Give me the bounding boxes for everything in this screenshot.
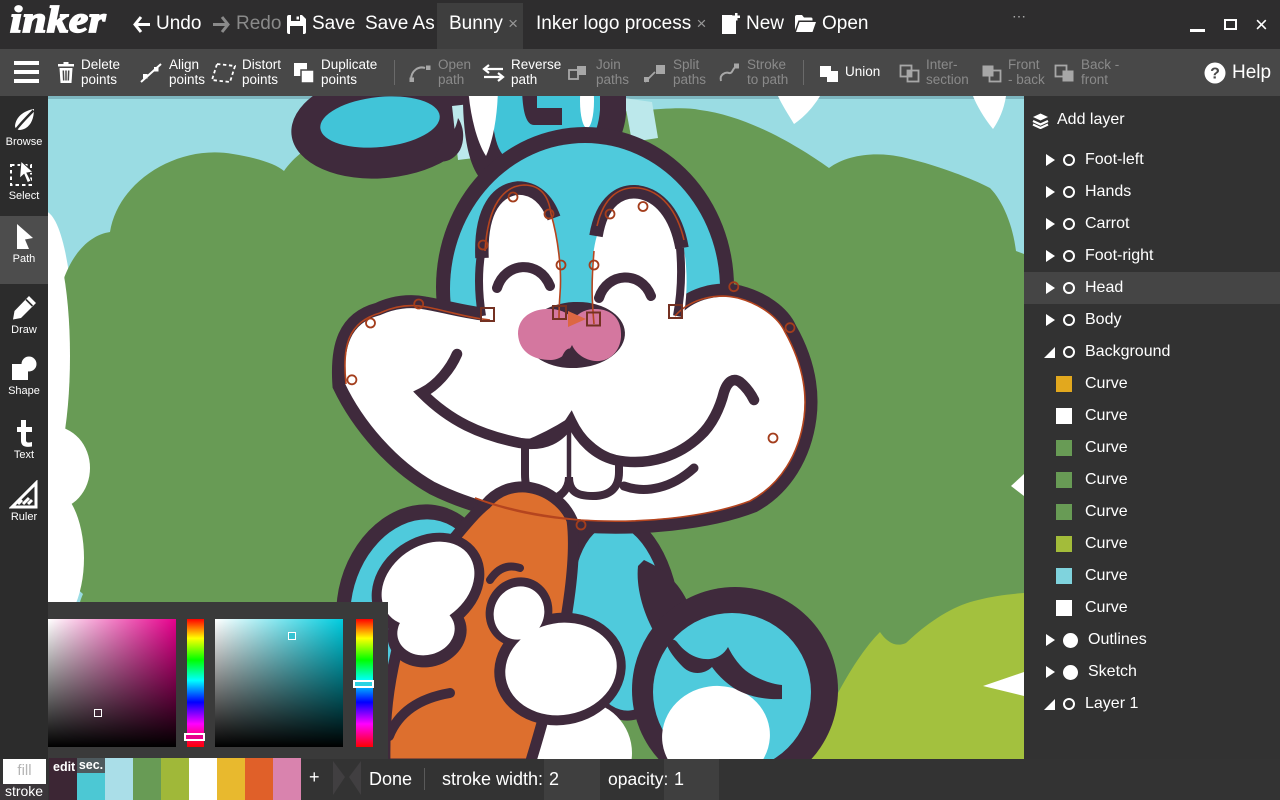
svg-text:?: ? [1210, 65, 1220, 82]
